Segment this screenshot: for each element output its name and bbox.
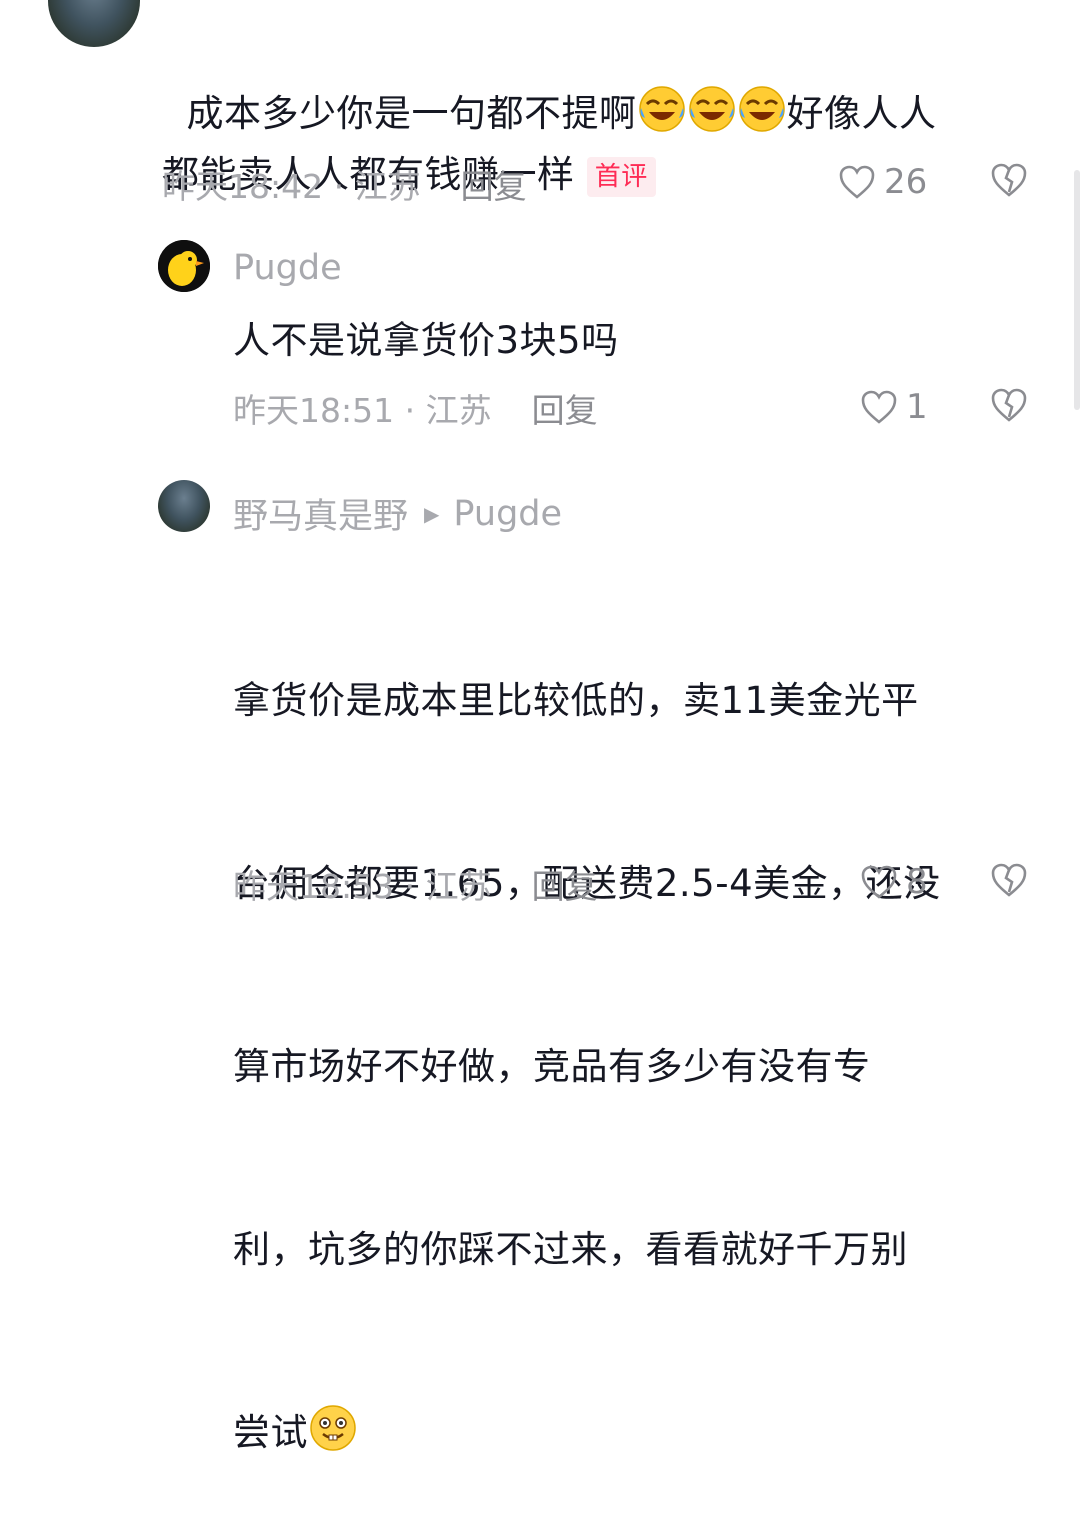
reply-to-username[interactable]: Pugde (453, 494, 562, 534)
time-location: 昨天18:51 · 江苏 (233, 391, 492, 430)
comment-meta: 昨天18:42 · 江苏 回复 (162, 160, 527, 208)
heart-icon (839, 165, 875, 199)
reply-button[interactable]: 回复 (532, 860, 598, 908)
grin-emoji (308, 1403, 358, 1453)
scrollbar[interactable] (1074, 170, 1080, 410)
heart-icon (861, 390, 897, 424)
avatar[interactable] (48, 0, 140, 47)
comment-meta: 昨天18:53 · 江苏 回复 (233, 860, 598, 908)
like-count: 26 (884, 162, 928, 202)
dislike-icon (991, 388, 1027, 422)
reply-arrow-icon: ▶ (424, 501, 440, 526)
dislike-icon (991, 163, 1027, 197)
like-button[interactable]: 26 (838, 162, 927, 202)
heart-icon (861, 865, 897, 899)
dislike-button[interactable] (990, 862, 1028, 902)
dislike-button[interactable] (990, 162, 1028, 202)
username[interactable]: Pugde (233, 248, 342, 288)
comment-meta: 昨天18:51 · 江苏 回复 (233, 384, 598, 432)
dislike-button[interactable] (990, 387, 1028, 427)
reply-button[interactable]: 回复 (461, 160, 527, 208)
dislike-icon (991, 863, 1027, 897)
avatar[interactable] (158, 480, 210, 532)
comment-text: 人不是说拿货价3块5吗 (233, 319, 619, 362)
laugh-cry-emoji (737, 84, 787, 134)
text-line: 算市场好不好做，竞品有多少有没有专 (233, 1045, 871, 1088)
text-line: 尝试 (233, 1411, 308, 1454)
text-line: 拿货价是成本里比较低的，卖11美金光平 (233, 679, 919, 722)
laugh-cry-emoji (637, 84, 687, 134)
text-line: 利，坑多的你踩不过来，看看就好千万别 (233, 1228, 908, 1271)
first-comment-badge: 首评 (586, 156, 656, 197)
like-count: 8 (906, 862, 928, 902)
reply-button[interactable]: 回复 (532, 384, 598, 432)
like-button[interactable]: 8 (860, 862, 928, 902)
username[interactable]: 野马真是野 (233, 488, 408, 539)
like-count: 1 (906, 387, 928, 427)
laugh-cry-emoji (687, 84, 737, 134)
like-button[interactable]: 1 (860, 387, 928, 427)
time-location: 昨天18:53 · 江苏 (233, 867, 492, 906)
reply-header: 野马真是野 ▶ Pugde (233, 488, 562, 539)
comment-text: 拿货价是成本里比较低的，卖11美金光平 台佣金都要1.65，配送费2.5-4美金… (233, 548, 1033, 1524)
time-location: 昨天18:42 · 江苏 (162, 167, 421, 206)
avatar[interactable] (158, 240, 210, 292)
